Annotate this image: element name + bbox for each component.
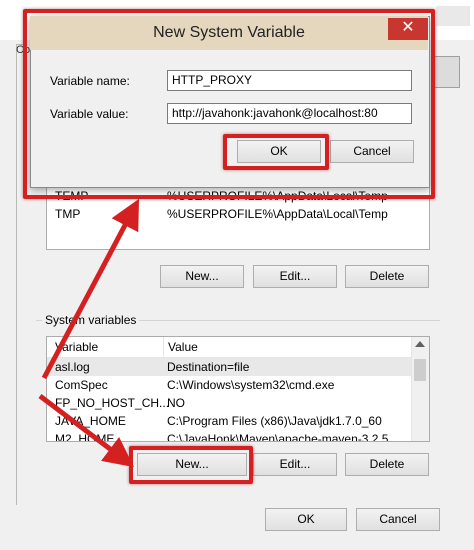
arrow-up-to-dialog — [41, 198, 140, 380]
annotation-arrows — [38, 198, 140, 468]
arrow-to-new-button — [38, 394, 134, 468]
